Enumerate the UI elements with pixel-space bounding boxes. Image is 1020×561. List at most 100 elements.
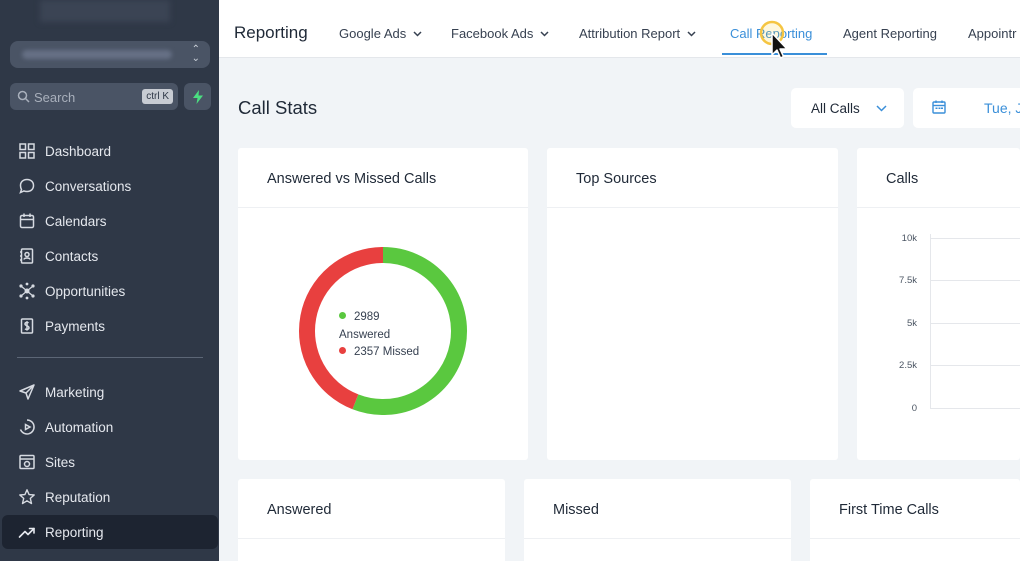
card-title: Top Sources: [576, 171, 657, 187]
sidebar-item-dashboard[interactable]: Dashboard: [2, 134, 218, 168]
sidebar-item-conversations[interactable]: Conversations: [2, 169, 218, 203]
sidebar-item-label: Reporting: [45, 524, 104, 540]
y-tick-label: 2.5k: [899, 360, 917, 371]
gridline: [930, 280, 1020, 281]
missed-card: Missed: [524, 479, 791, 561]
tab-facebook-ads[interactable]: Facebook Ads: [451, 26, 549, 41]
quick-actions-button[interactable]: [184, 83, 211, 110]
answered-value: 2989: [354, 311, 380, 323]
answered-vs-missed-card: Answered vs Missed Calls 2989 Answered 2…: [238, 148, 528, 460]
call-type-filter-dropdown[interactable]: All Calls: [791, 88, 904, 128]
gridline: [930, 408, 1020, 409]
chevron-down-icon: [413, 30, 422, 37]
sidebar-item-opportunities[interactable]: Opportunities: [2, 274, 218, 308]
gridline: [930, 323, 1020, 324]
answered-missed-donut-chart: [299, 247, 467, 415]
sidebar-item-label: Contacts: [45, 248, 99, 264]
star-icon: [19, 489, 35, 505]
account-name-blurred: [22, 50, 172, 59]
date-range-picker[interactable]: Tue, J: [913, 88, 1020, 128]
sidebar-item-label: Sites: [45, 454, 76, 470]
sidebar-item-reputation[interactable]: Reputation: [2, 480, 218, 514]
answered-dot: [339, 312, 346, 319]
y-tick-label: 10k: [901, 233, 917, 244]
card-divider: [547, 207, 838, 208]
answered-card: Answered: [238, 479, 505, 561]
legend-missed: 2357 Missed: [339, 344, 419, 362]
tab-label: Appointr: [968, 26, 1017, 41]
sidebar-item-label: Opportunities: [45, 283, 126, 299]
tab-label: Attribution Report: [579, 26, 681, 41]
calendar-icon: [932, 100, 946, 114]
sidebar: ⌃ ⌄ Search ctrl K Dashboard Conversations…: [0, 0, 219, 561]
y-tick-label: 7.5k: [899, 275, 917, 286]
tab-google-ads[interactable]: Google Ads: [339, 26, 422, 41]
sidebar-item-label: Conversations: [45, 178, 132, 194]
y-axis-labels: 10k 7.5k 5k 2.5k 0: [875, 148, 917, 460]
mouse-cursor-icon: [759, 20, 788, 59]
sidebar-item-calendars[interactable]: Calendars: [2, 204, 218, 238]
trending-icon: [18, 527, 35, 538]
legend-answered-label: Answered: [339, 328, 391, 341]
legend-answered: 2989: [339, 309, 419, 327]
first-time-calls-card: First Time Calls: [810, 479, 1020, 561]
sites-icon: [19, 454, 35, 470]
chat-icon: [19, 178, 35, 194]
search-icon: [17, 90, 30, 103]
date-range-text: Tue, J: [984, 100, 1020, 116]
sidebar-item-reporting[interactable]: Reporting: [2, 515, 218, 549]
updown-chevron-icon: ⌃ ⌄: [191, 44, 200, 64]
search-input[interactable]: Search ctrl K: [10, 83, 178, 110]
search-placeholder: Search: [34, 90, 76, 105]
gridline: [930, 238, 1020, 239]
page-section-title: Reporting: [234, 23, 308, 42]
tab-agent-reporting[interactable]: Agent Reporting: [843, 26, 937, 41]
card-divider: [238, 538, 505, 539]
chevron-down-icon: [876, 104, 887, 112]
sidebar-item-label: Automation: [45, 419, 114, 435]
sidebar-item-label: Calendars: [45, 213, 107, 229]
account-switcher[interactable]: ⌃ ⌄: [10, 41, 210, 68]
sidebar-item-label: Dashboard: [45, 143, 112, 159]
calendar-icon: [19, 213, 35, 229]
lightning-icon: [192, 89, 203, 104]
sidebar-divider: [17, 357, 203, 358]
y-axis-line: [930, 234, 931, 409]
sidebar-item-label: Reputation: [45, 489, 111, 505]
dashboard-icon: [19, 143, 35, 159]
missed-dot: [339, 347, 346, 354]
contacts-icon: [20, 248, 34, 264]
card-title: First Time Calls: [839, 502, 939, 518]
top-nav-bar: Reporting Google Ads Facebook Ads Attrib…: [219, 0, 1020, 58]
y-tick-label: 5k: [906, 318, 917, 329]
chevron-down-icon: [687, 30, 696, 37]
calls-card: Calls 10k 7.5k 5k 2.5k 0: [857, 148, 1020, 460]
donut-legend: 2989 Answered 2357 Missed: [339, 309, 419, 362]
automation-icon: [19, 419, 35, 435]
gridline: [930, 365, 1020, 366]
search-shortcut-badge: ctrl K: [142, 89, 173, 104]
payments-icon: [20, 318, 34, 334]
card-title: Missed: [553, 502, 599, 518]
filter-value: All Calls: [811, 100, 860, 116]
opportunities-icon: [19, 282, 35, 300]
card-title: Answered: [267, 502, 332, 518]
y-tick-label: 0: [911, 403, 917, 414]
sidebar-item-sites[interactable]: Sites: [2, 445, 218, 479]
top-sources-card: Top Sources: [547, 148, 838, 460]
sidebar-item-contacts[interactable]: Contacts: [2, 239, 218, 273]
chevron-down-icon: [540, 30, 549, 37]
tab-attribution-report[interactable]: Attribution Report: [579, 26, 696, 41]
tab-label: Agent Reporting: [843, 26, 937, 41]
tab-label: Google Ads: [339, 26, 407, 41]
missed-text: 2357 Missed: [354, 346, 420, 358]
sidebar-item-payments[interactable]: Payments: [2, 309, 218, 343]
sidebar-item-label: Payments: [45, 318, 106, 334]
card-divider: [810, 538, 1020, 539]
tab-appointments[interactable]: Appointr: [968, 26, 1016, 41]
sidebar-item-label: Marketing: [45, 384, 105, 400]
tab-label: Facebook Ads: [451, 26, 534, 41]
page-title: Call Stats: [238, 97, 318, 118]
sidebar-item-automation[interactable]: Automation: [2, 410, 218, 444]
sidebar-item-marketing[interactable]: Marketing: [2, 375, 218, 409]
